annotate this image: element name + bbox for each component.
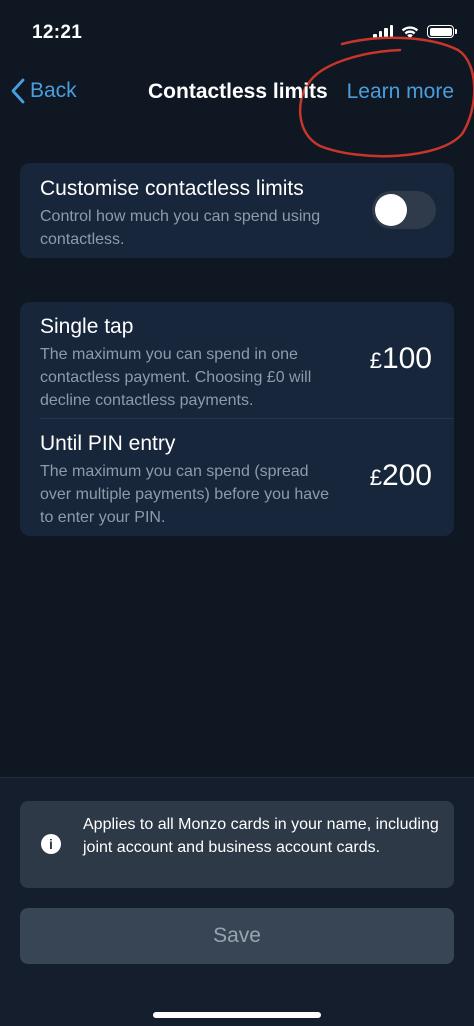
status-icons: [373, 24, 457, 39]
chevron-left-icon: [11, 78, 25, 104]
page-title: Contactless limits: [148, 80, 328, 103]
screen: 12:21 Back Contactless limits Learn more: [0, 0, 474, 1026]
toggle-knob: [375, 194, 407, 226]
signal-icon: [373, 24, 393, 39]
save-button[interactable]: Save: [20, 908, 454, 964]
limit-amount: £200: [370, 459, 432, 493]
wifi-icon: [401, 26, 419, 39]
limit-description: The maximum you can spend (spread over m…: [40, 463, 330, 526]
status-time: 12:21: [32, 22, 83, 43]
info-card: i Applies to all Monzo cards in your nam…: [20, 801, 454, 888]
status-bar: 12:21: [0, 0, 474, 60]
limit-row-single-tap[interactable]: Single tap The maximum you can spend in …: [20, 302, 454, 419]
customise-description: Control how much you can spend using con…: [40, 208, 321, 248]
customise-toggle[interactable]: [372, 191, 436, 229]
limit-amount: £100: [370, 342, 432, 376]
limit-text: Single tap The maximum you can spend in …: [40, 315, 340, 412]
limit-description: The maximum you can spend in one contact…: [40, 346, 312, 409]
home-indicator[interactable]: [153, 1012, 321, 1018]
limits-card: Single tap The maximum you can spend in …: [20, 302, 454, 536]
learn-more-link[interactable]: Learn more: [347, 80, 454, 104]
info-text: Applies to all Monzo cards in your name,…: [83, 816, 439, 856]
customise-card: Customise contactless limits Control how…: [20, 163, 454, 258]
footer: i Applies to all Monzo cards in your nam…: [0, 777, 474, 1026]
amount-value: 100: [381, 342, 432, 375]
nav-bar: Back Contactless limits Learn more: [0, 70, 474, 114]
currency-symbol: £: [369, 348, 382, 373]
back-label: Back: [30, 79, 77, 102]
amount-value: 200: [381, 459, 432, 492]
battery-icon: [427, 25, 457, 38]
info-icon: i: [41, 834, 61, 854]
back-button[interactable]: Back: [10, 78, 77, 104]
customise-text: Customise contactless limits Control how…: [40, 177, 370, 251]
limit-title: Single tap: [40, 315, 134, 338]
customise-title: Customise contactless limits: [40, 177, 304, 200]
limit-row-until-pin[interactable]: Until PIN entry The maximum you can spen…: [20, 419, 454, 536]
limit-text: Until PIN entry The maximum you can spen…: [40, 432, 340, 529]
currency-symbol: £: [369, 465, 382, 490]
limit-title: Until PIN entry: [40, 432, 176, 455]
